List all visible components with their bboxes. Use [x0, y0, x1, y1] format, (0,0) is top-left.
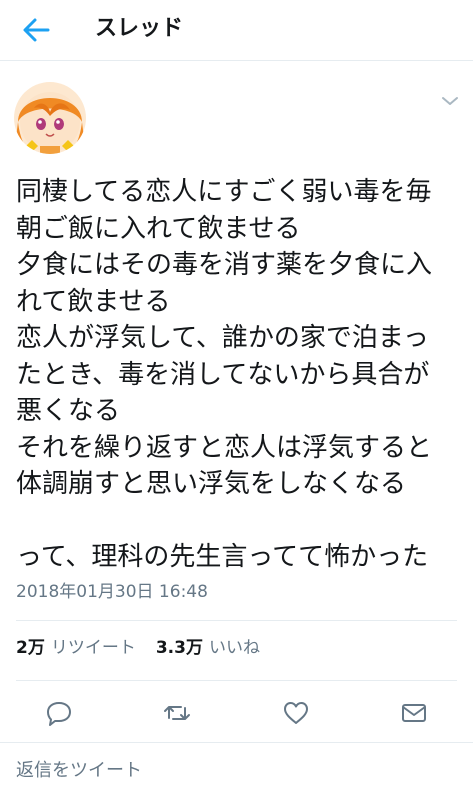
divider — [16, 680, 457, 681]
tweet-line: って、理科の先生言ってて怖かった — [16, 542, 429, 572]
avatar-illustration — [14, 82, 86, 154]
avatar[interactable] — [14, 82, 86, 154]
tweet-text: 同棲してる恋人にすごく弱い毒を毎 朝ご飯に入れて飲ませる夕食にはその毒を消す薬を夕… — [16, 174, 468, 576]
tweet-line: 体調崩すと思い浮気をしなくなる — [16, 469, 407, 499]
tweet-timestamp[interactable]: 2018年01月30日 16:48 — [16, 580, 208, 604]
tweet-line: 朝ご飯に入れて飲ませる — [16, 213, 301, 244]
tweet-actions — [0, 688, 473, 738]
speech-bubble-icon[interactable] — [44, 698, 74, 728]
likes-label: いいね — [208, 638, 260, 658]
divider — [16, 620, 457, 621]
arrow-left-icon[interactable] — [20, 16, 52, 44]
tweet-line: れて飲ませる — [16, 286, 171, 317]
chevron-down-icon[interactable] — [441, 95, 459, 107]
tweet-line: たとき、毒を消してないから具合が — [16, 359, 430, 390]
tweet-stats: 2万 リツイート 3.3万 いいね — [16, 636, 260, 660]
heart-icon[interactable] — [281, 698, 311, 728]
likes-stat[interactable]: 3.3万 いいね — [156, 638, 260, 658]
envelope-icon[interactable] — [399, 698, 429, 728]
retweet-icon[interactable] — [162, 698, 192, 728]
tweet-line: 同棲してる恋人にすごく弱い毒を毎 — [16, 177, 432, 207]
retweets-count: 2万 — [16, 638, 45, 658]
tweet-line: 恋人が浮気して、誰かの家で泊まっ — [16, 323, 429, 353]
tweet-line: 夕食にはその毒を消す薬を夕食に入 — [16, 250, 433, 280]
retweets-stat[interactable]: 2万 リツイート — [16, 638, 136, 658]
reply-bar[interactable]: 返信をツイート — [0, 742, 473, 801]
tweet-line: 悪くなる — [16, 396, 121, 426]
top-bar: スレッド — [0, 0, 473, 61]
retweets-label: リツイート — [50, 638, 136, 658]
reply-input[interactable]: 返信をツイート — [16, 759, 142, 783]
page-title: スレッド — [95, 16, 184, 41]
tweet-line: それを繰り返すと恋人は浮気すると — [16, 432, 433, 463]
likes-count: 3.3万 — [155, 638, 203, 658]
